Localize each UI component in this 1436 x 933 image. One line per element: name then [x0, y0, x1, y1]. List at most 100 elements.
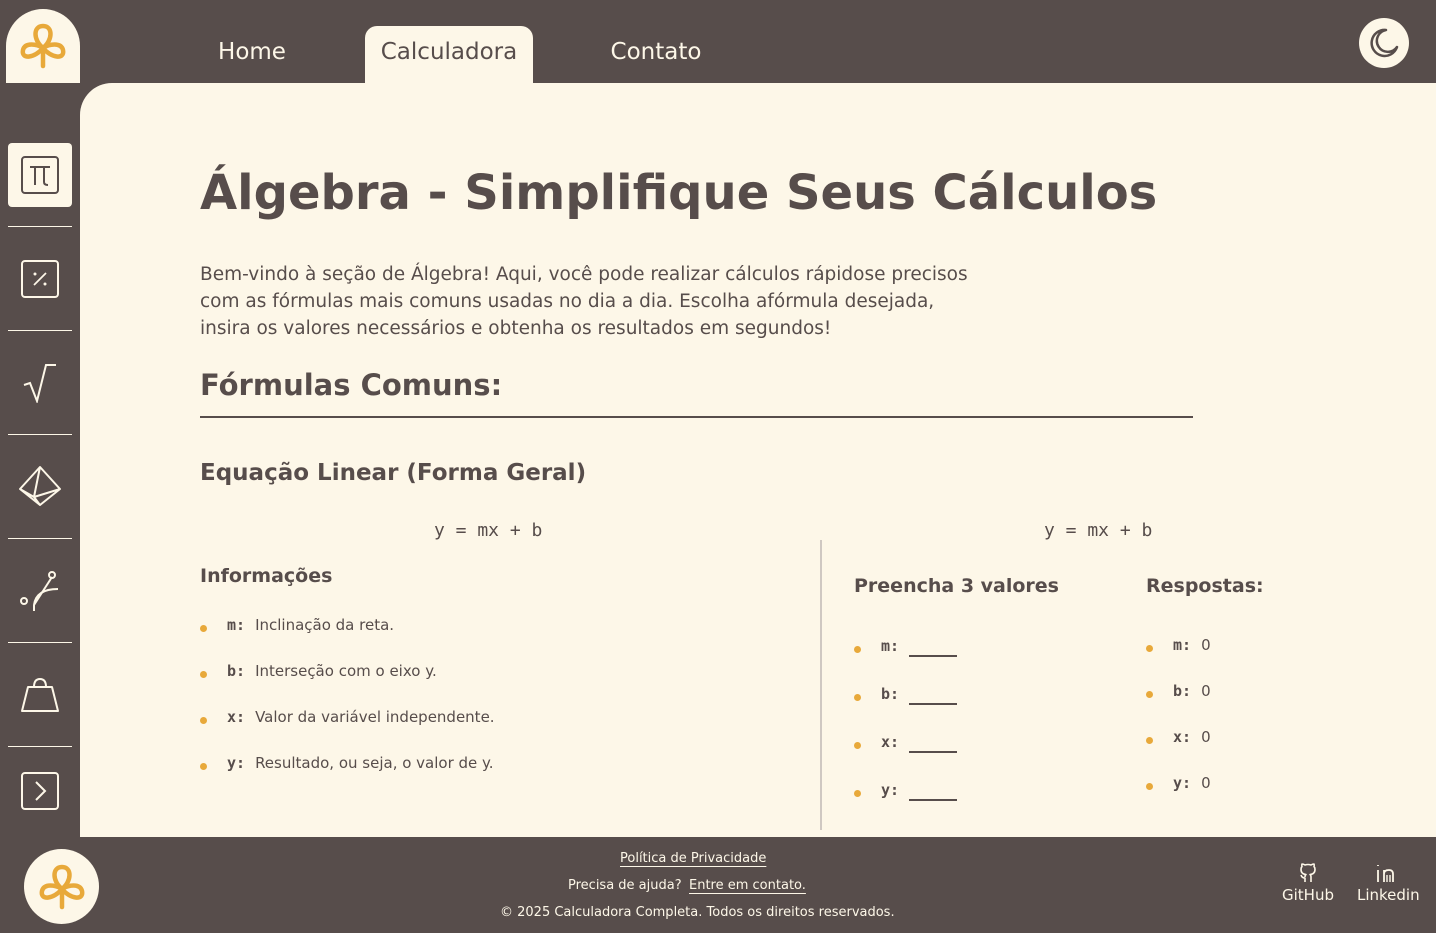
- trajectory-icon: [20, 571, 59, 611]
- chevron-right-icon: [21, 772, 59, 810]
- answer-row: m: 0: [1146, 633, 1211, 657]
- answer-row: b: 0: [1146, 679, 1211, 703]
- linkedin-label: Linkedin: [1357, 886, 1420, 904]
- input-row: x:: [854, 730, 958, 754]
- variable-label: m:: [1173, 636, 1192, 654]
- info-item: m: Inclinação da reta.: [200, 613, 394, 637]
- variable-label: y:: [1173, 774, 1192, 792]
- sidebar-divider: [8, 226, 72, 227]
- help-text: Precisa de ajuda?: [568, 878, 682, 893]
- sidebar-item-algebra[interactable]: [8, 143, 72, 207]
- footer-logo[interactable]: [24, 849, 99, 924]
- answer-value: 0: [1201, 728, 1211, 746]
- bullet-icon: [1146, 644, 1153, 652]
- variable-description: Resultado, ou seja, o valor de y.: [255, 754, 494, 772]
- nav-tab-contato[interactable]: Contato: [596, 26, 716, 83]
- github-link[interactable]: GitHub: [1282, 862, 1334, 904]
- sidebar-item-geometry[interactable]: [8, 455, 72, 519]
- bullet-icon: [200, 624, 207, 632]
- nav-tab-home[interactable]: Home: [196, 26, 308, 83]
- sidebar-item-roots[interactable]: [8, 351, 72, 415]
- variable-label: x:: [1173, 728, 1192, 746]
- variable-label: b:: [1173, 682, 1192, 700]
- sidebar-expand-button[interactable]: [8, 759, 72, 823]
- section-divider: [200, 416, 1193, 418]
- variable-description: Interseção com o eixo y.: [255, 662, 437, 680]
- m-input[interactable]: [909, 635, 958, 657]
- variable-label: m:: [227, 616, 246, 634]
- privacy-link[interactable]: Política de Privacidade: [620, 851, 766, 866]
- sidebar-divider: [8, 434, 72, 435]
- input-row: m:: [854, 634, 958, 658]
- bullet-icon: [200, 716, 207, 724]
- bullet-icon: [200, 670, 207, 678]
- github-label: GitHub: [1282, 886, 1334, 904]
- linkedin-link[interactable]: Linkedin: [1357, 862, 1420, 904]
- info-item: b: Interseção com o eixo y.: [200, 659, 437, 683]
- sidebar-item-percentage[interactable]: [8, 247, 72, 311]
- info-item: y: Resultado, ou seja, o valor de y.: [200, 751, 494, 775]
- sidebar-item-conversions[interactable]: [8, 663, 72, 727]
- nav-tab-calculadora[interactable]: Calculadora: [365, 26, 533, 83]
- formula-title: Equação Linear (Forma Geral): [200, 460, 587, 486]
- square-root-icon: [23, 364, 56, 403]
- answer-value: 0: [1201, 682, 1211, 700]
- trefoil-logo-icon: [20, 23, 66, 69]
- weight-icon: [21, 677, 59, 712]
- intro-text: Bem-vindo à seção de Álgebra! Aqui, você…: [200, 264, 968, 339]
- variable-label: b:: [881, 685, 900, 703]
- equation-info: y = mx + b: [434, 520, 543, 541]
- pyramid-icon: [19, 466, 61, 506]
- input-row: b:: [854, 682, 958, 706]
- variable-label: x:: [227, 708, 246, 726]
- sidebar-divider: [8, 330, 72, 331]
- copyright-text: © 2025 Calculadora Completa. Todos os di…: [500, 905, 895, 920]
- linkedin-icon: [1377, 865, 1395, 882]
- b-input[interactable]: [909, 683, 958, 705]
- variable-label: x:: [881, 733, 900, 751]
- bullet-icon: [1146, 736, 1153, 744]
- bullet-icon: [854, 645, 861, 653]
- trefoil-logo-icon: [39, 864, 84, 909]
- x-input[interactable]: [909, 731, 958, 753]
- info-heading: Informações: [200, 565, 333, 587]
- bullet-icon: [854, 789, 861, 797]
- bullet-icon: [200, 762, 207, 770]
- bullet-icon: [854, 693, 861, 701]
- sidebar-divider: [8, 642, 72, 643]
- variable-label: y:: [881, 781, 900, 799]
- info-item: x: Valor da variável independente.: [200, 705, 495, 729]
- variable-description: Valor da variável independente.: [255, 708, 495, 726]
- y-input[interactable]: [909, 779, 958, 801]
- page-title: Álgebra - Simplifique Seus Cálculos: [200, 165, 1158, 221]
- bullet-icon: [1146, 690, 1153, 698]
- sidebar-divider: [8, 746, 72, 747]
- answer-row: x: 0: [1146, 725, 1211, 749]
- bullet-icon: [854, 741, 861, 749]
- answer-value: 0: [1201, 636, 1211, 654]
- percent-icon: [21, 260, 59, 298]
- bullet-icon: [1146, 782, 1153, 790]
- variable-label: y:: [227, 754, 246, 772]
- equation-calculator: y = mx + b: [1044, 520, 1153, 541]
- variable-description: Inclinação da reta.: [255, 616, 395, 634]
- contact-link[interactable]: Entre em contato.: [689, 878, 806, 893]
- answers-heading: Respostas:: [1146, 575, 1264, 597]
- pi-icon: [21, 156, 59, 194]
- theme-toggle-button[interactable]: [1359, 18, 1409, 68]
- sidebar-item-physics[interactable]: [8, 559, 72, 623]
- github-icon: [1300, 863, 1316, 882]
- answer-row: y: 0: [1146, 771, 1211, 795]
- fill-heading: Preencha 3 valores: [854, 575, 1059, 597]
- variable-label: m:: [881, 637, 900, 655]
- column-divider: [820, 540, 822, 830]
- logo[interactable]: [6, 9, 80, 83]
- main-corner: [80, 83, 112, 115]
- section-title: Fórmulas Comuns:: [200, 368, 503, 402]
- sidebar-divider: [8, 538, 72, 539]
- header: Home Calculadora Contato: [0, 0, 1436, 83]
- moon-icon: [1370, 28, 1399, 58]
- variable-label: b:: [227, 662, 246, 680]
- input-row: y:: [854, 778, 958, 802]
- answer-value: 0: [1201, 774, 1211, 792]
